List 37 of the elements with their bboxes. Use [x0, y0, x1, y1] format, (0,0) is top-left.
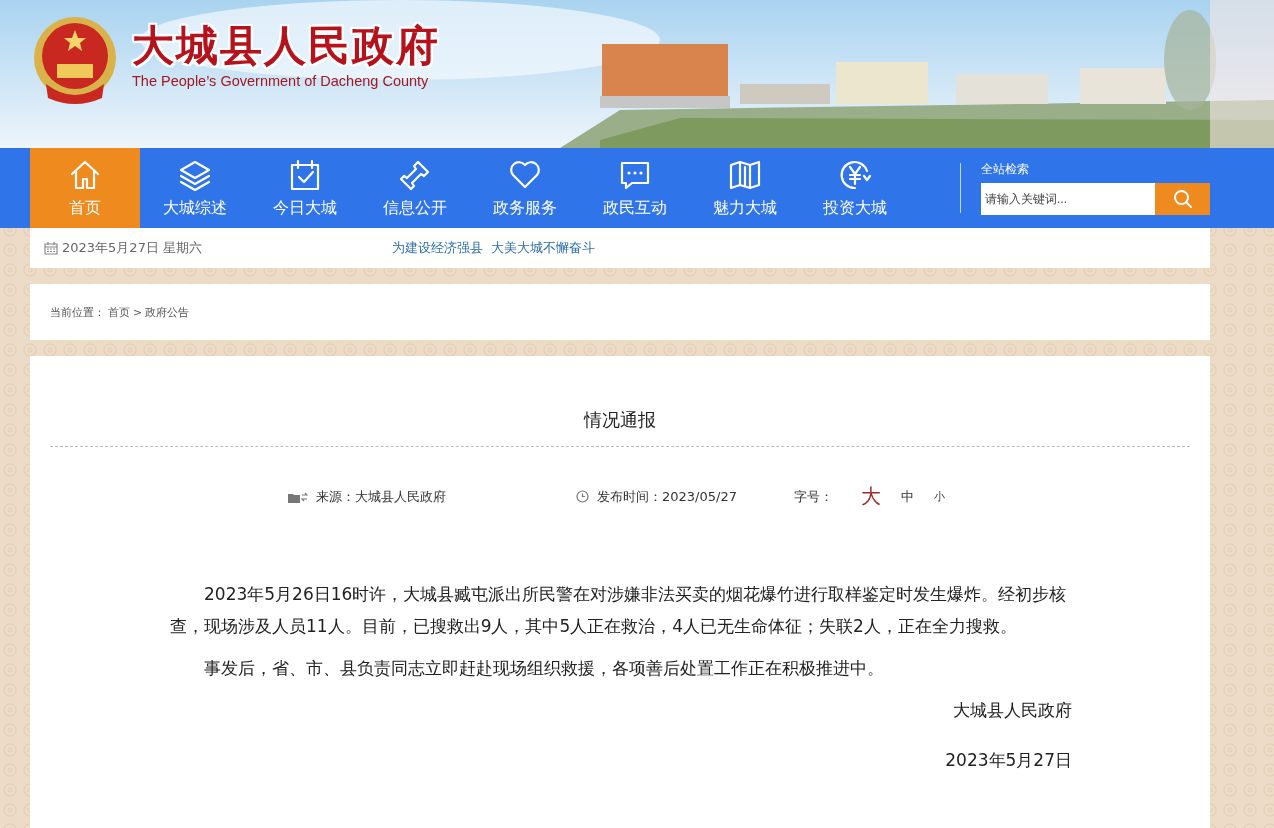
font-size-option[interactable]: 小 — [934, 489, 945, 504]
site-subtitle: The People’s Government of Dacheng County — [132, 73, 430, 90]
signature-text: 大城县人民政府 — [952, 699, 1072, 722]
source-text: 来源：大城县人民政府 — [316, 487, 446, 506]
nav-item[interactable]: 政民互动 — [580, 148, 690, 228]
slogan-text: 为建设经济强县 — [392, 239, 483, 257]
date-text: 2023年5月27日 星期六 — [62, 239, 204, 257]
article-title: 情况通报 — [50, 356, 1190, 447]
breadcrumb-separator: > — [133, 305, 143, 319]
nav-item[interactable]: 魅力大城 — [690, 148, 800, 228]
calendar-icon — [44, 241, 58, 255]
breadcrumb-link[interactable]: 首页 — [108, 304, 130, 320]
search-icon — [1172, 189, 1193, 209]
clock-icon — [576, 490, 589, 503]
article-paragraph: 2023年5月26日16时许，大城县臧屯派出所民警在对涉嫌非法买卖的烟花爆竹进行取样鉴定时发生爆炸。经初步核查，现场涉及人员11人。目前，已搜救出9人，其中5人正在救治，4人已无生命体征；失联2人，正在全力搜救。 — [170, 583, 1068, 638]
nav-item[interactable]: 今日大城 — [250, 148, 360, 228]
slogan-text: 大美大城不懈奋斗 — [491, 239, 595, 257]
nav-item[interactable]: 投资大城 — [800, 148, 910, 228]
breadcrumb-link[interactable]: 政府公告 — [145, 304, 190, 320]
article-date: 2023年5月27日 — [944, 749, 1072, 772]
search-label: 全站检索 — [981, 161, 1030, 178]
font-size-option[interactable]: 中 — [901, 487, 914, 506]
font-size-option[interactable]: 大 — [861, 483, 881, 510]
nav-item[interactable]: 政务服务 — [470, 148, 580, 228]
font-size-label: 字号： — [794, 487, 833, 506]
emblem-icon — [32, 14, 118, 106]
folder-icon — [288, 490, 308, 503]
publish-time: 发布时间：2023/05/27 — [597, 487, 737, 506]
article-paragraph: 事发后，省、市、县负责同志立即赶赴现场组织救援，各项善后处置工作正在积极推进中。 — [203, 657, 885, 680]
nav-item[interactable]: 首页 — [30, 148, 140, 228]
nav-item[interactable]: 信息公开 — [360, 148, 470, 228]
calendar-icon — [288, 157, 322, 192]
search-button[interactable] — [1155, 183, 1210, 215]
search-field[interactable]: 请输入关键词... — [981, 183, 1155, 215]
site-title: 大城县人民政府 — [132, 22, 440, 70]
breadcrumb-label: 当前位置： — [50, 304, 105, 320]
nav-item[interactable]: 大城综述 — [140, 148, 250, 228]
